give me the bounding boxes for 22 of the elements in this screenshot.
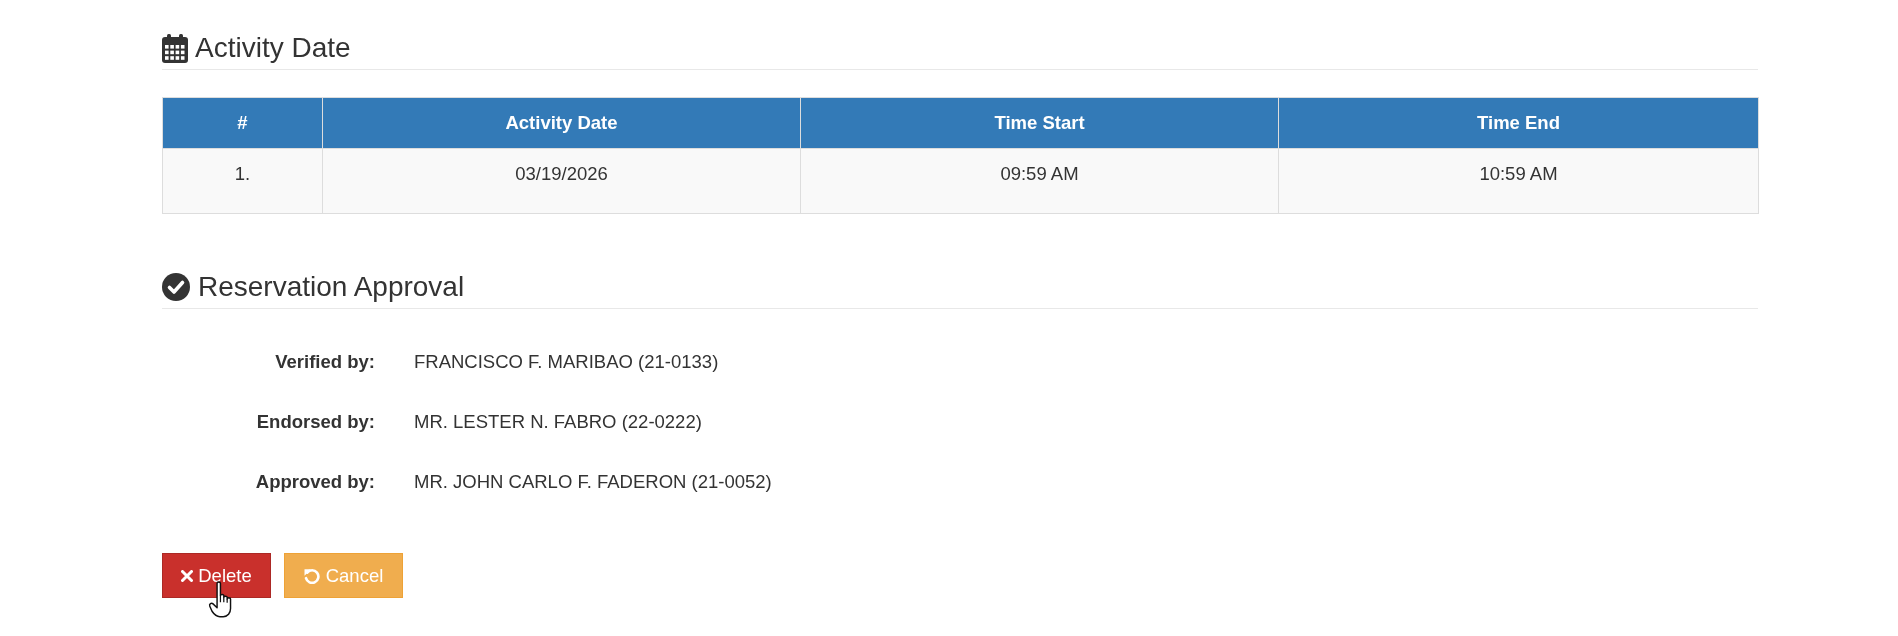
column-header: # bbox=[162, 97, 323, 149]
field-label: Verified by: bbox=[274, 351, 375, 373]
column-header: Time Start bbox=[800, 97, 1279, 149]
delete-button[interactable]: Delete bbox=[162, 553, 271, 598]
field-label: Endorsed by: bbox=[255, 411, 375, 433]
calendar-icon bbox=[162, 33, 188, 63]
table-cell: 10:59 AM bbox=[1278, 148, 1759, 214]
hand-cursor-icon bbox=[208, 581, 234, 618]
field-label: Approved by: bbox=[254, 471, 375, 493]
column-header: Time End bbox=[1278, 97, 1759, 149]
section-title: Reservation Approval bbox=[198, 270, 465, 304]
field-value: MR. JOHN CARLO F. FADERON (21-0052) bbox=[414, 471, 772, 493]
close-icon bbox=[181, 569, 194, 582]
column-header: Activity Date bbox=[322, 97, 801, 149]
table-cell: 09:59 AM bbox=[800, 148, 1279, 214]
undo-icon bbox=[303, 567, 320, 584]
table-cell: 1. bbox=[162, 148, 323, 214]
table-cell: 03/19/2026 bbox=[322, 148, 801, 214]
field-value: MR. LESTER N. FABRO (22-0222) bbox=[414, 411, 702, 433]
field-value: FRANCISCO F. MARIBAO (21-0133) bbox=[414, 351, 719, 373]
section-title: Activity Date bbox=[195, 31, 351, 65]
check-circle-icon bbox=[162, 273, 190, 301]
